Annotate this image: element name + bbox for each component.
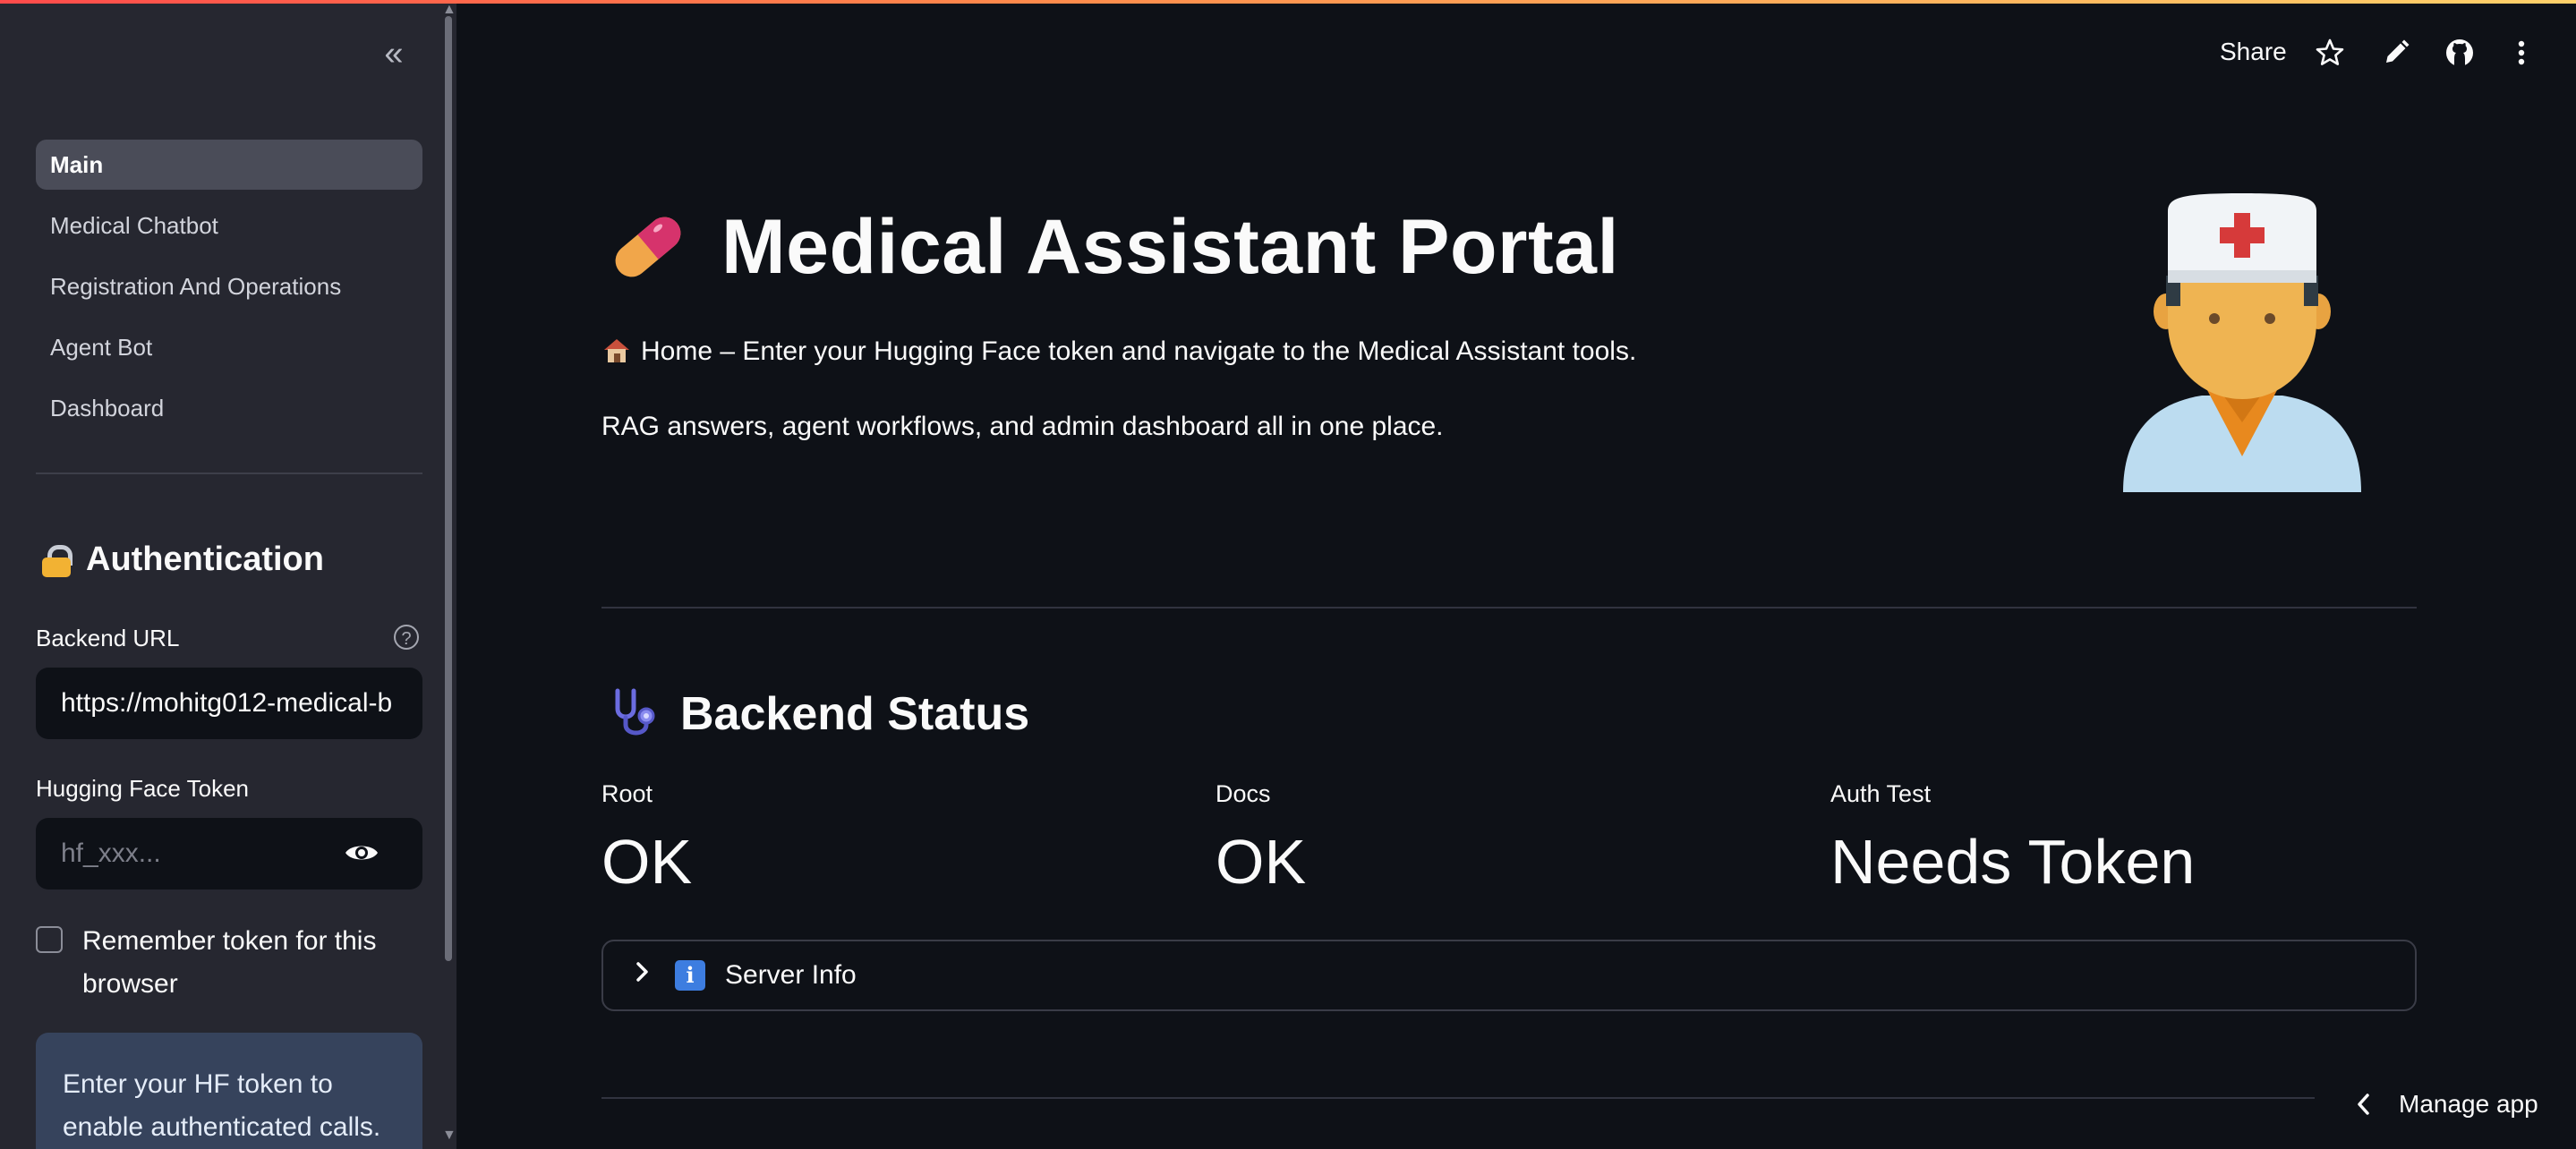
backend-url-input[interactable] [59, 687, 422, 719]
metric-label: Docs [1215, 780, 1271, 807]
sidebar-nav: Main Medical Chatbot Registration And Op… [36, 140, 422, 444]
metric-label: Auth Test [1830, 780, 1932, 807]
backend-url-field[interactable] [36, 668, 422, 739]
page-header: Medical Assistant Portal [601, 200, 1619, 294]
info-icon: i [675, 960, 705, 991]
share-button[interactable]: Share [2220, 38, 2287, 66]
metric-auth-test: Auth Test Needs Token [1830, 780, 2195, 898]
github-icon[interactable] [2444, 38, 2475, 68]
help-icon[interactable]: ? [394, 625, 419, 650]
remember-token-label[interactable]: Remember token for this browser [82, 920, 405, 1006]
manage-app-label: Manage app [2399, 1090, 2538, 1118]
sidebar-item-medical-chatbot[interactable]: Medical Chatbot [36, 200, 422, 251]
show-password-eye-icon[interactable] [344, 841, 380, 864]
sidebar-divider [36, 472, 422, 474]
chevron-right-icon [630, 959, 655, 992]
top-accent-bar [0, 0, 2576, 4]
backend-status-title: Backend Status [680, 688, 1030, 740]
star-icon[interactable] [2315, 38, 2345, 68]
sidebar-item-registration-and-operations[interactable]: Registration And Operations [36, 261, 422, 311]
backend-status-heading: Backend Status [607, 685, 1029, 743]
collapse-sidebar-icon[interactable]: « [374, 36, 414, 72]
page-subtitle-text: Home – Enter your Hugging Face token and… [641, 336, 1637, 366]
page-title: Medical Assistant Portal [721, 203, 1619, 290]
metric-value: OK [601, 827, 693, 897]
doctor-illustration [2123, 193, 2361, 492]
stethoscope-icon [615, 688, 655, 736]
metric-docs: Docs OK [1215, 780, 1306, 898]
authentication-heading: Authentication [39, 540, 324, 579]
server-info-expander[interactable]: i Server Info [601, 940, 2417, 1011]
sidebar-item-main[interactable]: Main [36, 140, 422, 190]
metric-value: Needs Token [1830, 827, 2196, 897]
lock-icon [39, 543, 73, 577]
sidebar-scrollbar-thumb[interactable] [445, 16, 452, 961]
hf-token-input[interactable] [59, 838, 331, 870]
page-description: RAG answers, agent workflows, and admin … [601, 412, 1444, 441]
page-subtitle: Home – Enter your Hugging Face token and… [601, 336, 1636, 367]
server-info-label: Server Info [725, 960, 857, 990]
pill-icon [615, 217, 681, 277]
metric-label: Root [601, 780, 653, 807]
section-divider [601, 607, 2417, 609]
hf-token-label: Hugging Face Token [36, 775, 250, 802]
house-icon [604, 339, 629, 362]
sidebar-item-dashboard[interactable]: Dashboard [36, 383, 422, 433]
scroll-down-arrow-icon[interactable]: ▼ [442, 1128, 456, 1144]
authentication-title: Authentication [86, 540, 324, 578]
more-vertical-icon[interactable] [2506, 38, 2537, 68]
manage-app-button[interactable]: Manage app [2354, 1090, 2538, 1119]
section-divider [601, 1097, 2315, 1099]
sidebar-item-agent-bot[interactable]: Agent Bot [36, 322, 422, 372]
remember-token-checkbox[interactable] [36, 926, 63, 953]
backend-url-label: Backend URL [36, 625, 180, 651]
hf-token-info-alert: Enter your HF token to enable authentica… [36, 1033, 422, 1149]
sidebar: « Main Medical Chatbot Registration And … [0, 0, 456, 1149]
chevron-left-icon [2358, 1094, 2369, 1115]
metric-value: OK [1215, 827, 1307, 897]
metric-root: Root OK [601, 780, 692, 898]
pencil-icon[interactable] [2381, 38, 2411, 68]
